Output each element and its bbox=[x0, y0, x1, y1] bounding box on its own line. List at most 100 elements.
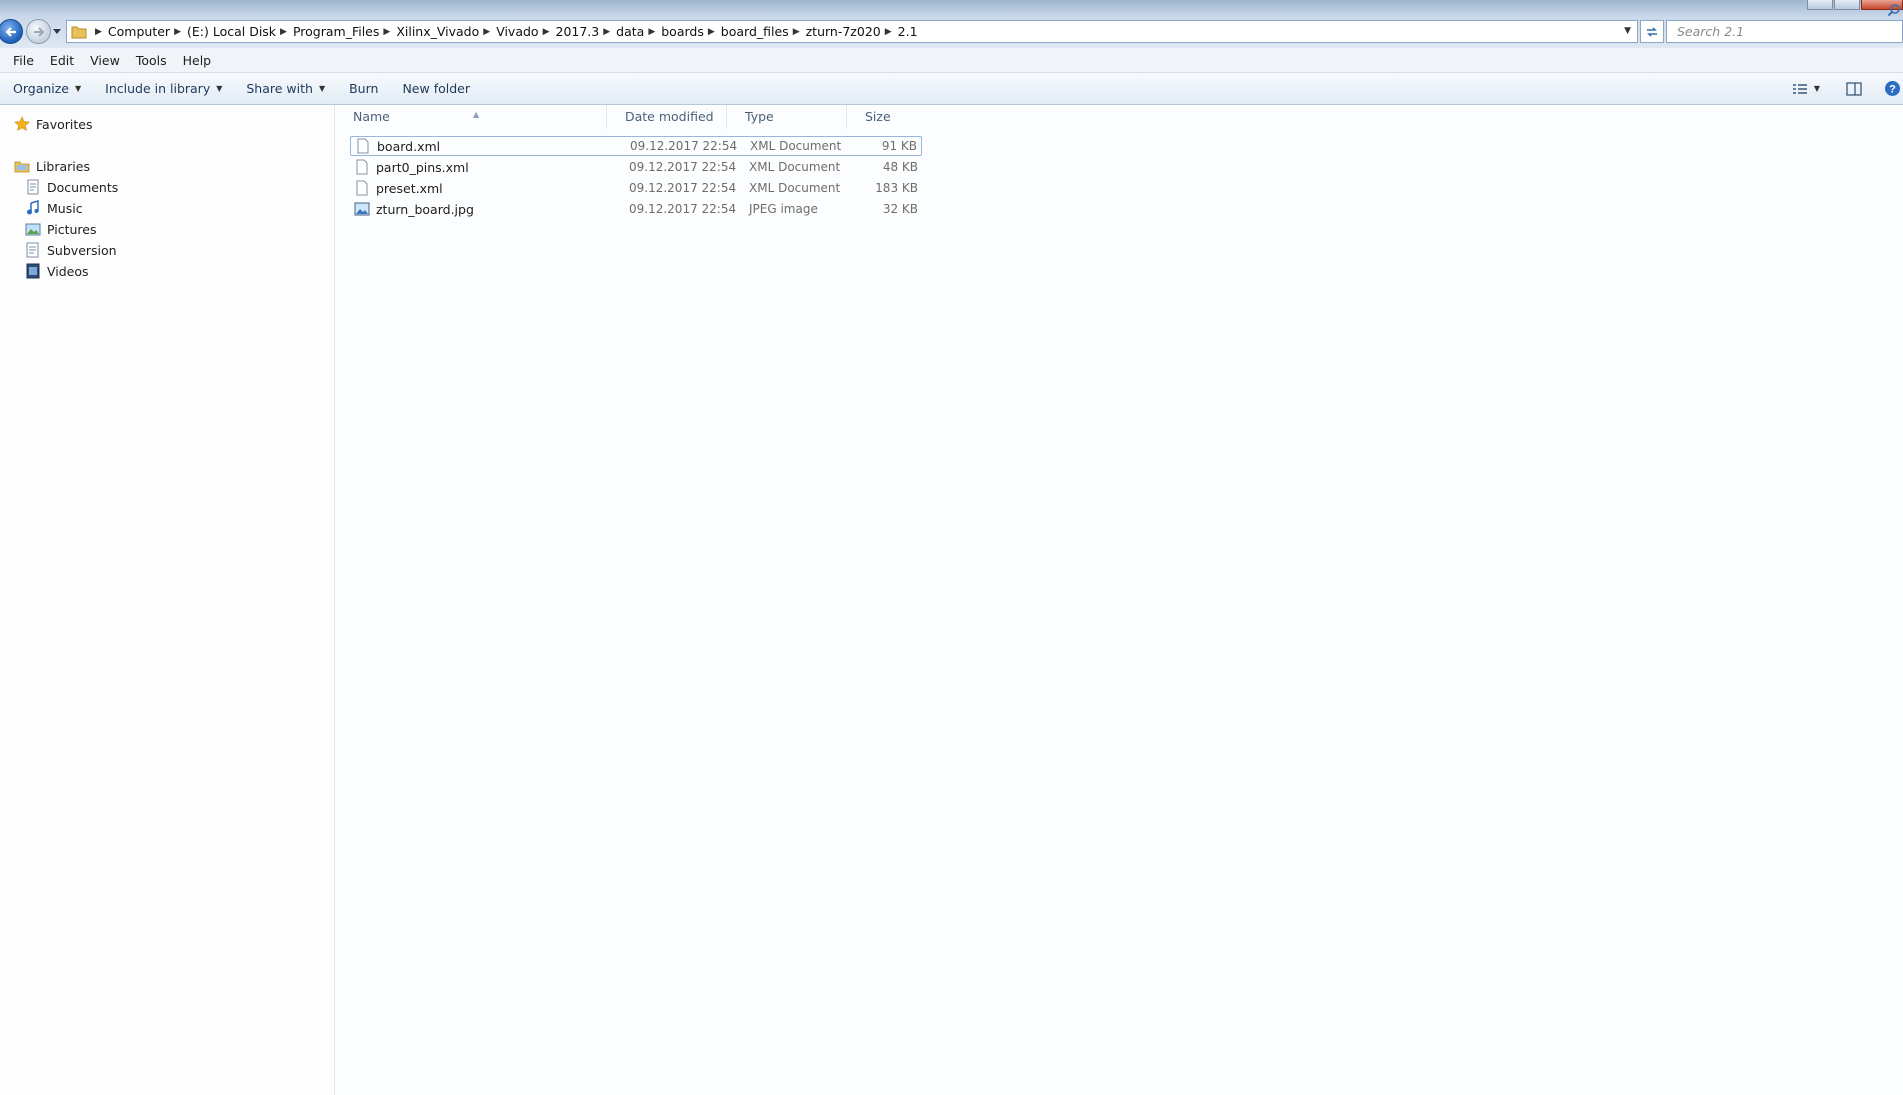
forward-arrow-icon bbox=[33, 26, 44, 37]
file-type: XML Document bbox=[750, 139, 842, 153]
file-type: XML Document bbox=[749, 160, 841, 174]
breadcrumb-vivado[interactable]: Vivado bbox=[496, 24, 538, 39]
breadcrumb-xilinx-vivado[interactable]: Xilinx_Vivado bbox=[396, 24, 479, 39]
breadcrumb-version[interactable]: 2017.3 bbox=[556, 24, 600, 39]
breadcrumb-separator-icon[interactable]: ▶ bbox=[885, 27, 892, 37]
burn-label: Burn bbox=[349, 81, 379, 96]
file-type: XML Document bbox=[749, 181, 841, 195]
nav-favorites-label: Favorites bbox=[36, 116, 93, 132]
view-options-icon[interactable] bbox=[1792, 82, 1808, 96]
menu-tools[interactable]: Tools bbox=[128, 53, 175, 68]
subversion-icon bbox=[26, 242, 39, 258]
breadcrumb-program-files[interactable]: Program_Files bbox=[293, 24, 379, 39]
breadcrumb-board-files[interactable]: board_files bbox=[721, 24, 789, 39]
libraries-icon bbox=[14, 161, 30, 173]
breadcrumb-separator-icon[interactable]: ▶ bbox=[708, 27, 715, 37]
refresh-button[interactable] bbox=[1640, 20, 1664, 43]
nav-libraries-label: Libraries bbox=[36, 158, 90, 174]
menu-file[interactable]: File bbox=[0, 53, 42, 68]
nav-subversion-label: Subversion bbox=[47, 242, 117, 258]
nav-libraries[interactable]: Libraries bbox=[14, 158, 90, 174]
minimize-button[interactable] bbox=[1807, 0, 1833, 10]
nav-videos[interactable]: Videos bbox=[25, 263, 89, 279]
file-date: 09.12.2017 22:54 bbox=[630, 139, 738, 153]
menu-view[interactable]: View bbox=[82, 53, 128, 68]
breadcrumb-current-folder[interactable]: 2.1 bbox=[898, 24, 918, 39]
breadcrumb-separator-icon[interactable]: ▶ bbox=[543, 27, 550, 37]
file-row[interactable]: preset.xml 09.12.2017 22:54 XML Document… bbox=[350, 178, 922, 198]
organize-label: Organize bbox=[13, 81, 69, 96]
column-header-name[interactable]: Name ▲ bbox=[335, 105, 607, 129]
column-header-size[interactable]: Size bbox=[847, 105, 925, 129]
nav-subversion[interactable]: Subversion bbox=[25, 242, 117, 258]
refresh-icon bbox=[1647, 26, 1657, 37]
breadcrumb-separator-icon[interactable]: ▶ bbox=[383, 27, 390, 37]
organize-button[interactable]: Organize ▼ bbox=[0, 81, 93, 96]
file-type: JPEG image bbox=[749, 202, 818, 216]
help-icon[interactable]: ? bbox=[1884, 80, 1901, 97]
menu-edit[interactable]: Edit bbox=[42, 53, 82, 68]
file-date: 09.12.2017 22:54 bbox=[629, 202, 737, 216]
breadcrumb-separator-icon[interactable]: ▶ bbox=[648, 27, 655, 37]
sort-ascending-icon: ▲ bbox=[473, 110, 480, 119]
share-with-label: Share with bbox=[246, 81, 313, 96]
forward-button[interactable] bbox=[26, 19, 51, 44]
breadcrumb-boards[interactable]: boards bbox=[661, 24, 704, 39]
column-header-type-label: Type bbox=[745, 109, 774, 124]
documents-icon bbox=[27, 179, 39, 195]
folder-icon bbox=[71, 26, 87, 38]
search-input[interactable]: Search 2.1 bbox=[1666, 20, 1903, 43]
column-header-date[interactable]: Date modified bbox=[607, 105, 727, 129]
include-in-library-button[interactable]: Include in library ▼ bbox=[93, 81, 234, 96]
maximize-button[interactable] bbox=[1834, 0, 1860, 10]
back-button[interactable] bbox=[0, 19, 23, 44]
breadcrumb-separator-icon[interactable]: ▶ bbox=[95, 27, 102, 37]
recent-pages-chevron-icon[interactable] bbox=[52, 25, 62, 37]
nav-music[interactable]: Music bbox=[25, 200, 83, 216]
include-in-library-label: Include in library bbox=[105, 81, 211, 96]
file-name: board.xml bbox=[377, 138, 441, 154]
file-size: 183 KB bbox=[875, 181, 918, 195]
breadcrumb-separator-icon[interactable]: ▶ bbox=[174, 27, 181, 37]
file-size: 32 KB bbox=[882, 202, 918, 216]
share-with-button[interactable]: Share with ▼ bbox=[234, 81, 337, 96]
command-bar: Organize ▼ Include in library ▼ Share wi… bbox=[0, 73, 1903, 105]
breadcrumb-data[interactable]: data bbox=[616, 24, 644, 39]
nav-documents[interactable]: Documents bbox=[25, 179, 118, 195]
breadcrumb-zturn[interactable]: zturn-7z020 bbox=[806, 24, 881, 39]
nav-pictures-label: Pictures bbox=[47, 221, 97, 237]
chevron-down-icon: ▼ bbox=[75, 84, 82, 93]
file-name: preset.xml bbox=[376, 180, 443, 196]
document-icon bbox=[357, 138, 369, 154]
column-header-type[interactable]: Type bbox=[727, 105, 847, 129]
file-row[interactable]: board.xml 09.12.2017 22:54 XML Document … bbox=[350, 136, 922, 156]
breadcrumb-separator-icon[interactable]: ▶ bbox=[793, 27, 800, 37]
preview-pane-icon[interactable] bbox=[1846, 81, 1862, 96]
menu-help[interactable]: Help bbox=[175, 53, 220, 68]
nav-music-label: Music bbox=[47, 200, 83, 216]
new-folder-button[interactable]: New folder bbox=[390, 81, 482, 96]
address-bar[interactable]: ▶ Computer ▶ (E:) Local Disk ▶ Program_F… bbox=[66, 20, 1638, 43]
address-dropdown-icon[interactable]: ▼ bbox=[1624, 26, 1631, 36]
search-icon[interactable] bbox=[1887, 3, 1901, 17]
breadcrumb-computer[interactable]: Computer bbox=[108, 24, 170, 39]
breadcrumb-local-disk[interactable]: (E:) Local Disk bbox=[187, 24, 276, 39]
pictures-icon bbox=[25, 223, 41, 236]
burn-button[interactable]: Burn bbox=[337, 81, 390, 96]
nav-favorites[interactable]: Favorites bbox=[14, 116, 92, 132]
navigation-pane: Favorites Libraries Documents Music Pict… bbox=[0, 105, 335, 1095]
file-size: 91 KB bbox=[881, 139, 917, 153]
breadcrumb-separator-icon[interactable]: ▶ bbox=[603, 27, 610, 37]
chevron-down-icon: ▼ bbox=[216, 84, 223, 93]
column-header-name-label: Name bbox=[353, 109, 390, 124]
file-row[interactable]: part0_pins.xml 09.12.2017 22:54 XML Docu… bbox=[350, 157, 922, 177]
address-toolbar: ▶ Computer ▶ (E:) Local Disk ▶ Program_F… bbox=[0, 0, 1903, 48]
breadcrumb-separator-icon[interactable]: ▶ bbox=[483, 27, 490, 37]
view-options-chevron-down-icon[interactable]: ▼ bbox=[1814, 84, 1820, 93]
file-list-pane: Name ▲ Date modified Type Size board.xml… bbox=[335, 105, 1903, 1095]
file-name: zturn_board.jpg bbox=[376, 201, 474, 217]
nav-pictures[interactable]: Pictures bbox=[25, 221, 97, 237]
file-row[interactable]: zturn_board.jpg 09.12.2017 22:54 JPEG im… bbox=[350, 199, 922, 219]
chevron-down-icon: ▼ bbox=[318, 84, 326, 93]
breadcrumb-separator-icon[interactable]: ▶ bbox=[280, 27, 287, 37]
